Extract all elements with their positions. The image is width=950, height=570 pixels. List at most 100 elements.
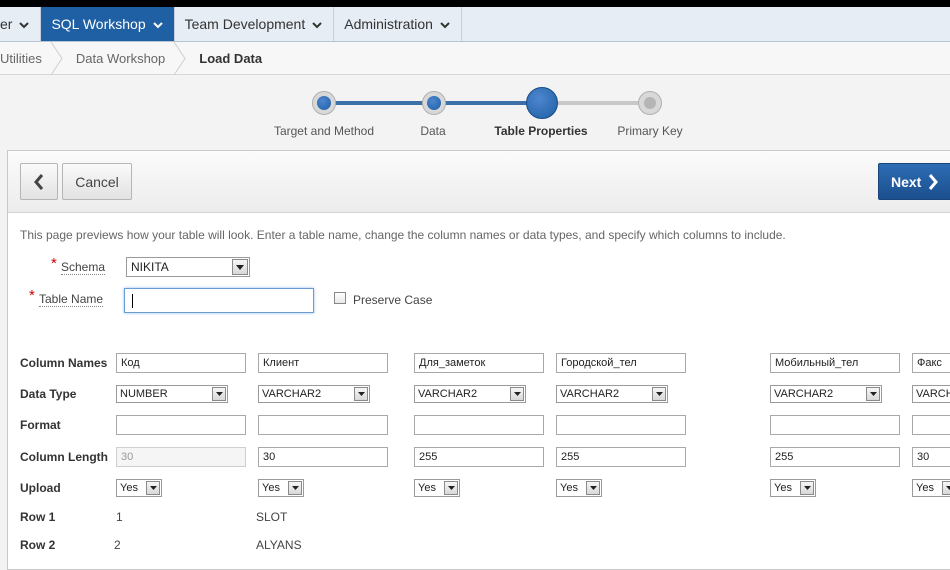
upload-select[interactable]: Yes: [770, 479, 816, 497]
row-1-cell: 1: [116, 510, 123, 524]
schema-select[interactable]: NIKITA: [126, 257, 250, 277]
dropdown-arrow-icon: [942, 481, 950, 495]
column-name-input[interactable]: Городской_тел: [556, 353, 686, 373]
column-length-input[interactable]: 30: [912, 447, 950, 467]
cancel-button-label: Cancel: [75, 173, 119, 190]
cancel-button[interactable]: Cancel: [62, 163, 132, 200]
breadcrumb-label: Utilities: [0, 50, 42, 66]
nav-tab-sql-workshop[interactable]: SQL Workshop: [41, 7, 175, 41]
column-length-input[interactable]: 255: [414, 447, 544, 467]
column-name-input[interactable]: Мобильный_тел: [770, 353, 900, 373]
info-text: This page previews how your table will l…: [20, 228, 786, 242]
data-type-select[interactable]: VARCHAR2: [258, 385, 370, 403]
upload-value: Yes: [916, 482, 934, 494]
data-type-select[interactable]: NUMBER: [116, 385, 228, 403]
chevron-right-icon: [929, 173, 939, 190]
breadcrumb-utilities[interactable]: Utilities: [0, 41, 64, 75]
wizard-step-4-marker: [638, 91, 662, 115]
row-label-column-names: Column Names: [20, 356, 108, 370]
nav-tab-previous[interactable]: er: [0, 7, 42, 41]
upload-value: Yes: [774, 482, 792, 494]
upload-select[interactable]: Yes: [116, 479, 162, 497]
preserve-case-label: Preserve Case: [353, 293, 433, 307]
nav-tab-label: SQL Workshop: [51, 16, 146, 32]
wizard-connector: [542, 101, 650, 105]
back-button[interactable]: [20, 163, 58, 200]
data-type-value: VARCHAR2: [774, 388, 834, 400]
next-button[interactable]: Next: [878, 163, 950, 200]
column-length-input[interactable]: 255: [556, 447, 686, 467]
dropdown-arrow-icon: [354, 387, 368, 401]
wizard-step-1-marker: [312, 91, 336, 115]
format-input[interactable]: [116, 415, 246, 435]
dropdown-arrow-icon: [288, 481, 302, 495]
required-marker: *: [51, 255, 57, 272]
table-name-label: Table Name: [39, 292, 104, 307]
column-name-input[interactable]: Код: [116, 353, 246, 373]
upload-value: Yes: [262, 482, 280, 494]
breadcrumb-load-data: Load Data: [187, 42, 284, 75]
data-type-select[interactable]: VARCHAR2: [556, 385, 668, 403]
schema-label: Schema: [61, 260, 106, 275]
dropdown-arrow-icon: [212, 387, 226, 401]
next-button-label: Next: [891, 173, 922, 190]
main-nav: er SQL Workshop Team Development Adminis…: [0, 7, 950, 42]
column-name-input[interactable]: Факс: [912, 353, 950, 373]
dropdown-arrow-icon: [652, 387, 666, 401]
column-name-input[interactable]: Клиент: [258, 353, 388, 373]
row-label-data-type: Data Type: [20, 387, 77, 401]
wizard-progress: Target and Method Data Table Properties …: [0, 76, 950, 150]
data-type-value: VARCHAR2: [262, 388, 322, 400]
column-length-input: 30: [116, 447, 246, 467]
button-toolbar: Cancel Next: [8, 151, 950, 213]
dropdown-arrow-icon: [510, 387, 524, 401]
data-type-select[interactable]: VARCHAR2: [414, 385, 526, 403]
data-type-value: VARCHAR2: [916, 388, 950, 400]
format-input[interactable]: [912, 415, 950, 435]
schema-value: NIKITA: [131, 260, 169, 274]
data-type-select[interactable]: VARCHAR2: [770, 385, 882, 403]
format-input[interactable]: [414, 415, 544, 435]
format-input[interactable]: [258, 415, 388, 435]
dropdown-arrow-icon: [444, 481, 458, 495]
row-label-upload: Upload: [20, 481, 61, 495]
wizard-step-3-marker: [526, 87, 558, 119]
chevron-down-icon: [439, 18, 451, 30]
breadcrumb-data-workshop[interactable]: Data Workshop: [64, 41, 187, 75]
breadcrumb: Utilities Data Workshop Load Data: [0, 41, 950, 75]
format-input[interactable]: [556, 415, 686, 435]
wizard-step-label: Data: [420, 124, 446, 138]
upload-select[interactable]: Yes: [414, 479, 460, 497]
dropdown-arrow-icon: [232, 259, 248, 275]
nav-tab-administration[interactable]: Administration: [334, 7, 462, 41]
dropdown-arrow-icon: [866, 387, 880, 401]
column-length-input[interactable]: 30: [258, 447, 388, 467]
column-length-input[interactable]: 255: [770, 447, 900, 467]
breadcrumb-label: Load Data: [199, 50, 263, 66]
upload-select[interactable]: Yes: [556, 479, 602, 497]
chevron-down-icon: [18, 18, 30, 30]
preserve-case-checkbox[interactable]: [334, 292, 346, 304]
wizard-connector: [324, 101, 434, 105]
wizard-step-label: Target and Method: [273, 124, 375, 138]
row-label-row-1: Row 1: [20, 510, 56, 524]
nav-tab-team-development[interactable]: Team Development: [175, 7, 335, 41]
upload-value: Yes: [120, 482, 138, 494]
dropdown-arrow-icon: [800, 481, 814, 495]
data-type-value: NUMBER: [120, 388, 168, 400]
data-type-select[interactable]: VARCHAR2: [912, 385, 950, 403]
row-label-format: Format: [20, 418, 61, 432]
upload-value: Yes: [560, 482, 578, 494]
dropdown-arrow-icon: [586, 481, 600, 495]
wizard-step-label: Primary Key: [617, 124, 683, 138]
window-top-strip: [0, 0, 950, 7]
column-name-input[interactable]: Для_заметок: [414, 353, 544, 373]
table-name-input[interactable]: [124, 288, 314, 313]
breadcrumb-label: Data Workshop: [75, 50, 166, 66]
nav-tab-label: Team Development: [184, 16, 306, 32]
upload-select[interactable]: Yes: [258, 479, 304, 497]
upload-select[interactable]: Yes: [912, 479, 950, 497]
chevron-down-icon: [152, 18, 164, 30]
wizard-step-2-marker: [422, 91, 446, 115]
format-input[interactable]: [770, 415, 900, 435]
